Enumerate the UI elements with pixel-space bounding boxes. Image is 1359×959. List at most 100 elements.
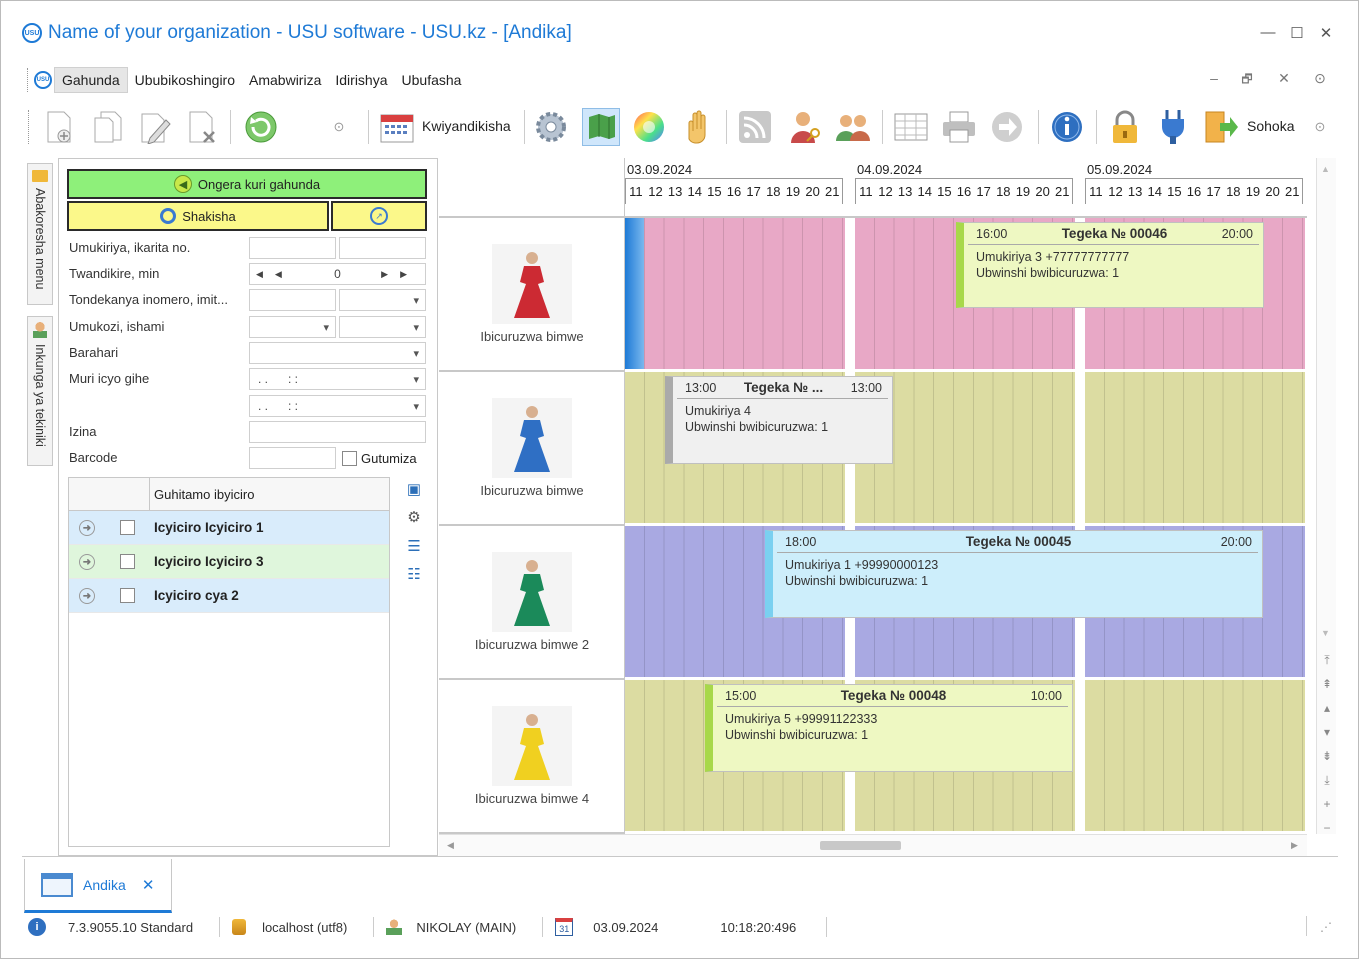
mdi-minimize-button[interactable]: – <box>1205 70 1223 86</box>
booking-end: 20:00 <box>1220 534 1252 549</box>
delete-icon[interactable] <box>184 108 222 146</box>
booking-card[interactable]: 15:00 Tegeka № 00048 10:00 Umukiriya 5 +999… <box>705 684 1073 772</box>
day-cell[interactable] <box>1085 372 1305 523</box>
rss-icon[interactable] <box>736 108 774 146</box>
side-tab-abakoresha-menu[interactable]: Abakoresha menu <box>27 163 53 305</box>
scroll-left-icon[interactable]: ◀ <box>447 840 454 851</box>
resource-row-label[interactable]: Ibicuruzwa bimwe <box>439 372 625 526</box>
menu-ububikoshingiro[interactable]: Ububikoshingiro <box>128 68 242 92</box>
row-checkbox[interactable] <box>120 554 135 569</box>
horizontal-scroll-thumb[interactable] <box>820 841 901 850</box>
duration-stepper[interactable]: ◀◀ 0 ▶▶ <box>249 263 426 285</box>
scroll-down-icon[interactable]: ▼ <box>1321 628 1330 638</box>
order-status-select[interactable] <box>339 289 426 311</box>
toolbar-more-icon[interactable]: ⊙ <box>1310 108 1330 146</box>
exit-icon[interactable] <box>1202 108 1240 146</box>
booking-quantity: Ubwinshi bwibicuruzwa: 1 <box>725 728 869 742</box>
scroll-right-icon[interactable]: ▶ <box>1291 840 1298 851</box>
decrement-icon[interactable]: ◀◀ <box>256 269 294 280</box>
resource-row-label[interactable]: Ibicuruzwa bimwe 2 <box>439 526 625 680</box>
vertical-scrollbar[interactable]: ▲ ▼ ⤒ ⇞ ▴ ▾ ⇟ ⤓ + − <box>1316 158 1336 835</box>
close-button[interactable]: ✕ <box>1316 24 1336 42</box>
expand-icon[interactable]: ➜ <box>79 554 95 570</box>
menu-idirishya[interactable]: Idirishya <box>328 68 394 92</box>
mdi-restore-button[interactable]: 🗗 <box>1238 70 1256 91</box>
day-cell[interactable] <box>1085 680 1305 831</box>
resource-row-label[interactable]: Ibicuruzwa bimwe 4 <box>439 680 625 834</box>
row-checkbox[interactable] <box>120 588 135 603</box>
users-icon[interactable] <box>834 108 872 146</box>
new-doc-icon[interactable] <box>40 108 78 146</box>
name-input[interactable] <box>249 421 426 443</box>
collapse-all-icon[interactable]: ☷ <box>403 563 425 585</box>
forward-icon[interactable] <box>988 108 1026 146</box>
expand-icon[interactable]: ➜ <box>79 520 95 536</box>
grid-icon[interactable] <box>892 108 930 146</box>
tree-row[interactable]: ➜ Icyiciro Icyiciro 3 <box>69 545 389 579</box>
sohoka-button[interactable]: Sohoka <box>1247 118 1294 134</box>
navigator-buttons[interactable]: ⤒ ⇞ ▴ ▾ ⇟ ⤓ + − <box>1321 648 1333 840</box>
hour-label: 15 <box>937 184 952 199</box>
map-icon[interactable] <box>582 108 620 146</box>
lock-checkbox[interactable] <box>342 451 357 466</box>
menu-gahunda[interactable]: Gahunda <box>54 67 128 93</box>
search-button[interactable]: Shakisha <box>67 201 329 231</box>
mdi-close-button[interactable]: ✕ <box>1275 70 1293 87</box>
horizontal-scrollbar[interactable]: ◀ ▶ <box>439 834 1307 856</box>
lock-icon[interactable] <box>1106 108 1144 146</box>
scroll-up-icon[interactable]: ▲ <box>1321 164 1330 174</box>
row-checkbox[interactable] <box>120 520 135 535</box>
hour-label: 19 <box>785 184 801 199</box>
increment-icon[interactable]: ▶▶ <box>381 269 419 280</box>
available-select[interactable] <box>249 342 426 364</box>
card-number-input[interactable] <box>339 237 426 259</box>
employee-select[interactable] <box>249 316 336 338</box>
barcode-input[interactable] <box>249 447 336 469</box>
order-number-input[interactable] <box>249 289 336 311</box>
side-tab-inkunga-ya-tekiniki[interactable]: Inkunga ya tekiniki <box>27 316 53 466</box>
tree-settings-icon[interactable]: ⚙ <box>403 506 425 528</box>
tree-row[interactable]: ➜ Icyiciro Icyiciro 1 <box>69 511 389 545</box>
menu-amabwiriza[interactable]: Amabwiriza <box>242 68 328 92</box>
booking-start: 13:00 <box>685 380 717 395</box>
print-icon[interactable] <box>940 108 978 146</box>
calendar-icon[interactable] <box>378 108 416 146</box>
refresh-icon[interactable] <box>242 108 280 146</box>
edit-icon[interactable] <box>136 108 174 146</box>
client-input[interactable] <box>249 237 336 259</box>
booking-card[interactable]: 13:00 Tegeka № ... 13:00 Umukiriya 4 Ubwinsh… <box>665 376 893 464</box>
user-key-icon[interactable] <box>786 108 824 146</box>
maximize-button[interactable]: ☐ <box>1287 24 1307 42</box>
expand-all-icon[interactable]: ☰ <box>403 535 425 557</box>
minimize-button[interactable]: — <box>1258 24 1278 41</box>
add-to-schedule-button[interactable]: ◀ Ongera kuri gahunda <box>67 169 427 199</box>
kwiyandikisha-button[interactable]: Kwiyandikisha <box>422 118 511 134</box>
toolbar-grip <box>28 110 29 144</box>
settings-icon[interactable] <box>532 108 570 146</box>
color-wheel-icon[interactable] <box>630 108 668 146</box>
copy-window-icon[interactable]: ▣ <box>403 478 425 500</box>
hand-icon[interactable] <box>678 108 716 146</box>
resize-grip-icon[interactable]: ⋰ <box>1320 920 1332 934</box>
tab-andika[interactable]: Andika ✕ <box>24 859 172 913</box>
menu-ubufasha[interactable]: Ubufasha <box>395 68 469 92</box>
info-icon[interactable] <box>1048 108 1086 146</box>
expand-icon[interactable]: ➜ <box>79 588 95 604</box>
database-icon <box>232 919 247 935</box>
plug-icon[interactable] <box>1154 108 1192 146</box>
tab-close-icon[interactable]: ✕ <box>142 876 155 894</box>
day-cell[interactable] <box>625 218 845 369</box>
time-label: Muri icyo gihe <box>69 371 150 386</box>
toolbar-more-icon[interactable]: ⊙ <box>329 108 349 146</box>
booking-card[interactable]: 16:00 Tegeka № 00046 20:00 Umukiriya 3 +777… <box>956 222 1264 308</box>
tree-row[interactable]: ➜ Icyiciro cya 2 <box>69 579 389 613</box>
datetime-from-input[interactable]: . . : : <box>249 368 426 390</box>
booking-card[interactable]: 18:00 Tegeka № 00045 20:00 Umukiriya 1 +999… <box>765 530 1263 618</box>
hour-label: 18 <box>766 184 781 199</box>
menu-more-icon[interactable]: ⊙ <box>1311 70 1329 87</box>
department-select[interactable] <box>339 316 426 338</box>
clock-button[interactable]: ↗ <box>331 201 427 231</box>
copy-icon[interactable] <box>88 108 126 146</box>
datetime-to-input[interactable]: . . : : <box>249 395 426 417</box>
resource-row-label[interactable]: Ibicuruzwa bimwe <box>439 218 625 372</box>
